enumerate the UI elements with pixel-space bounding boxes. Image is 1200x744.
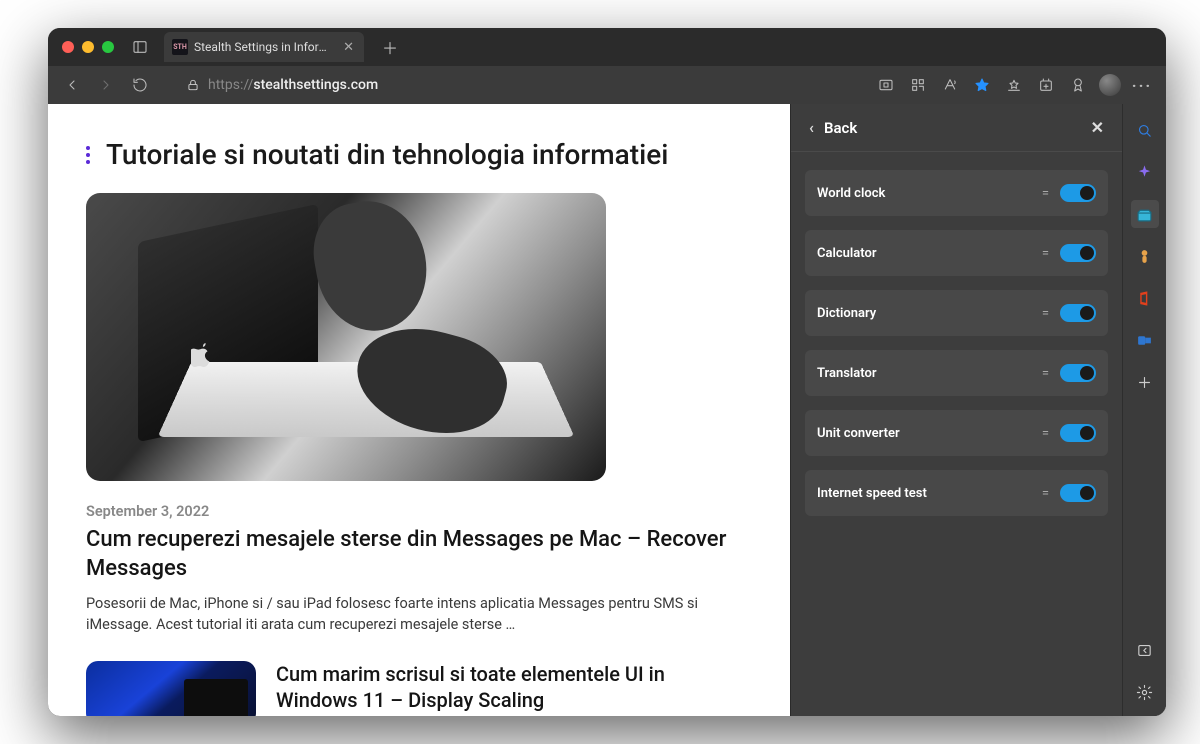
url-scheme: https://: [208, 77, 253, 93]
rail-add-icon[interactable]: [1131, 368, 1159, 396]
article-hero-image[interactable]: [86, 193, 606, 481]
nav-forward-button[interactable]: [92, 71, 120, 99]
tab-favicon: STH: [172, 39, 188, 55]
article-excerpt: Posesorii de Mac, iPhone si / sau iPad f…: [86, 593, 746, 635]
article-row[interactable]: Cum marim scrisul si toate elementele UI…: [86, 661, 752, 716]
tool-toggle[interactable]: [1060, 304, 1096, 322]
toolbar: https://stealthsettings.com: [48, 66, 1166, 104]
drag-handle-icon[interactable]: =: [1042, 246, 1048, 261]
tool-label: Unit converter: [817, 426, 900, 441]
screenshot-icon[interactable]: [872, 71, 900, 99]
qr-icon[interactable]: [904, 71, 932, 99]
collections-icon[interactable]: [1032, 71, 1060, 99]
window-controls: [62, 41, 114, 53]
toolbar-right: ···: [872, 71, 1156, 99]
new-tab-button[interactable]: ＋: [382, 35, 398, 59]
rail-outlook-icon[interactable]: [1131, 326, 1159, 354]
drag-handle-icon[interactable]: =: [1042, 426, 1048, 441]
drag-handle-icon[interactable]: =: [1042, 186, 1048, 201]
tool-row-calculator: Calculator =: [805, 230, 1108, 276]
favorite-star-icon[interactable]: [968, 71, 996, 99]
drag-handle-icon[interactable]: =: [1042, 366, 1048, 381]
rail-settings-icon[interactable]: [1131, 678, 1159, 706]
tool-label: Calculator: [817, 246, 877, 261]
title-bar: STH Stealth Settings in Information ✕ ＋: [48, 28, 1166, 66]
web-page: Tutoriale si noutati din tehnologia info…: [48, 104, 790, 716]
tool-row-world-clock: World clock =: [805, 170, 1108, 216]
tab-title: Stealth Settings in Information: [194, 40, 337, 54]
rail-search-icon[interactable]: [1131, 116, 1159, 144]
tab-close-icon[interactable]: ✕: [343, 40, 354, 55]
tool-toggle[interactable]: [1060, 184, 1096, 202]
tool-row-speed-test: Internet speed test =: [805, 470, 1108, 516]
rail-games-icon[interactable]: [1131, 242, 1159, 270]
close-window-button[interactable]: [62, 41, 74, 53]
panel-back-label: Back: [824, 119, 857, 137]
tool-toggle[interactable]: [1060, 484, 1096, 502]
page-title: Tutoriale si noutati din tehnologia info…: [106, 138, 668, 171]
tool-label: Dictionary: [817, 306, 876, 321]
rewards-icon[interactable]: [1064, 71, 1092, 99]
tool-label: Translator: [817, 366, 877, 381]
maximize-window-button[interactable]: [102, 41, 114, 53]
more-menu-icon[interactable]: ···: [1128, 71, 1156, 99]
browser-window: STH Stealth Settings in Information ✕ ＋ …: [48, 28, 1166, 716]
page-menu-icon[interactable]: [86, 146, 90, 164]
article-date: September 3, 2022: [86, 503, 752, 520]
rail-collapse-icon[interactable]: [1131, 636, 1159, 664]
tool-toggle[interactable]: [1060, 424, 1096, 442]
tool-row-unit-converter: Unit converter =: [805, 410, 1108, 456]
tool-row-translator: Translator =: [805, 350, 1108, 396]
url-host: stealthsettings.com: [253, 77, 378, 93]
tool-row-dictionary: Dictionary =: [805, 290, 1108, 336]
article-thumbnail: [86, 661, 256, 716]
panel-close-icon[interactable]: ✕: [1091, 118, 1104, 137]
sidebar-tools-panel: ‹ Back ✕ World clock = Calculator =: [790, 104, 1122, 716]
nav-back-button[interactable]: [58, 71, 86, 99]
minimize-window-button[interactable]: [82, 41, 94, 53]
sidebar-toggle-icon[interactable]: [132, 39, 148, 55]
content-area: Tutoriale si noutati din tehnologia info…: [48, 104, 1166, 716]
drag-handle-icon[interactable]: =: [1042, 486, 1048, 501]
chevron-left-icon: ‹: [809, 118, 814, 137]
right-rail: [1122, 104, 1166, 716]
rail-office-icon[interactable]: [1131, 284, 1159, 312]
tool-toggle[interactable]: [1060, 364, 1096, 382]
tool-list: World clock = Calculator = Dictionary: [791, 152, 1122, 534]
url-bar[interactable]: https://stealthsettings.com: [186, 77, 378, 93]
drag-handle-icon[interactable]: =: [1042, 306, 1048, 321]
nav-refresh-button[interactable]: [126, 71, 154, 99]
article-title[interactable]: Cum recuperezi mesajele sterse din Messa…: [86, 526, 746, 583]
rail-sparkle-icon[interactable]: [1131, 158, 1159, 186]
article-title[interactable]: Cum marim scrisul si toate elementele UI…: [276, 661, 716, 713]
tool-label: Internet speed test: [817, 486, 927, 501]
tool-toggle[interactable]: [1060, 244, 1096, 262]
read-aloud-icon[interactable]: [936, 71, 964, 99]
panel-back-button[interactable]: ‹ Back: [809, 118, 857, 137]
rail-tools-icon[interactable]: [1131, 200, 1159, 228]
favorites-list-icon[interactable]: [1000, 71, 1028, 99]
profile-avatar[interactable]: [1096, 71, 1124, 99]
browser-tab[interactable]: STH Stealth Settings in Information ✕: [164, 32, 364, 62]
tool-label: World clock: [817, 186, 885, 201]
